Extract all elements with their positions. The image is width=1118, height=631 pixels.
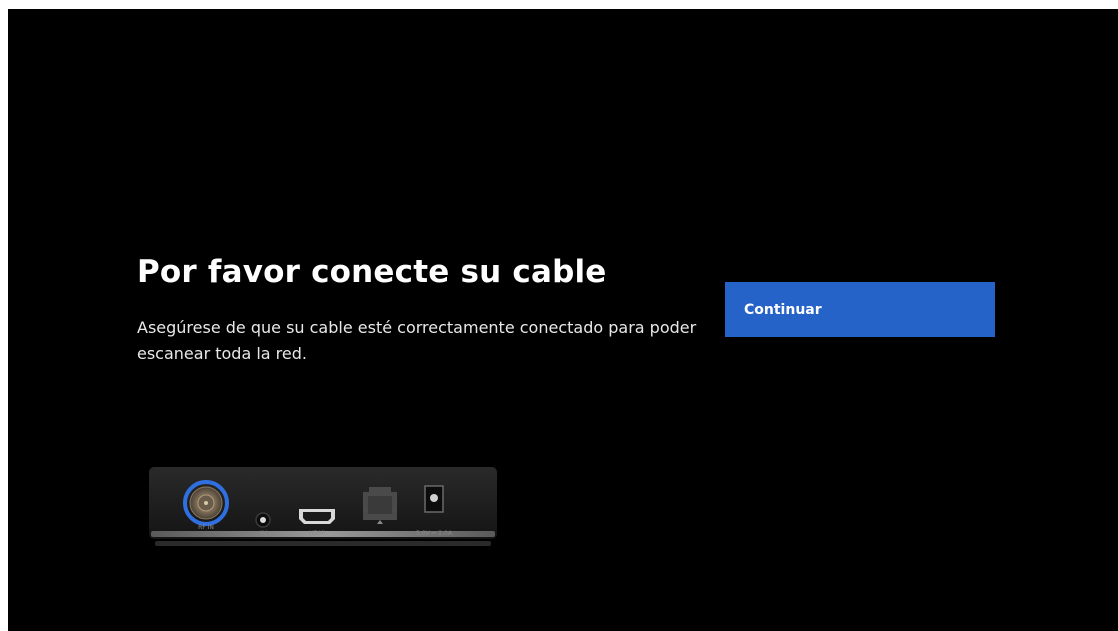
cable-setup-screen: Por favor conecte su cable Asegúrese de … — [8, 9, 1118, 631]
box-foot — [155, 541, 491, 546]
power-label: 5.0V ⎓ 2.0A — [416, 530, 453, 537]
set-top-box-back-panel-image: RF IN AV HDMI 5.0V ⎓ 2.0A — [149, 467, 497, 546]
ethernet-port — [363, 487, 397, 524]
rf-in-label: RF IN — [198, 524, 214, 531]
hdmi-label: HDMI — [309, 530, 325, 537]
page-description: Asegúrese de que su cable esté correctam… — [137, 318, 697, 363]
power-port — [424, 485, 444, 513]
page-title: Por favor conecte su cable — [137, 254, 607, 290]
continue-button[interactable]: Continuar — [725, 282, 995, 337]
av-port — [255, 512, 271, 528]
av-label: AV — [259, 530, 268, 537]
hdmi-port — [299, 509, 335, 524]
rf-in-port — [183, 480, 229, 526]
